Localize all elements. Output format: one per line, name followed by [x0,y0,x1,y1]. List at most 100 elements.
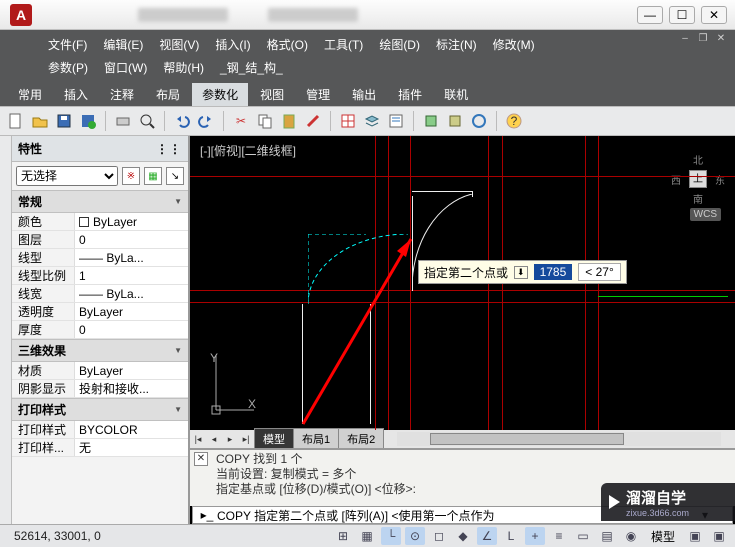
ribbon-tab-plugins[interactable]: 插件 [388,83,432,106]
otrack-toggle-icon[interactable]: ∠ [477,527,497,545]
tool-a-icon[interactable] [421,111,441,131]
mdi-minimize-button[interactable]: – [677,33,693,47]
command-caret-icon[interactable]: ▸_ [199,508,215,522]
properties-title[interactable]: 特性 ⋮⋮ [12,136,188,162]
polar-toggle-icon[interactable]: ⊙ [405,527,425,545]
selection-dropdown[interactable]: 无选择 [16,166,118,186]
menu-draw[interactable]: 绘图(D) [371,33,428,56]
dyn-toggle-icon[interactable]: + [525,527,545,545]
coordinate-readout[interactable]: 52614, 33001, 0 [6,529,109,543]
tab-nav-first[interactable]: |◂ [190,434,206,445]
qp-toggle-icon[interactable]: ▤ [597,527,617,545]
tab-nav-next[interactable]: ▸ [222,434,238,445]
ribbon-tab-parametric[interactable]: 参数化 [192,83,248,106]
ribbon-tab-output[interactable]: 输出 [342,83,386,106]
undo-icon[interactable] [172,111,192,131]
snap-toggle-icon[interactable]: ⊞ [333,527,353,545]
section-general[interactable]: 常规▼ [12,190,188,213]
prop-row-linetype[interactable]: 线型—— ByLa... [12,249,188,267]
prop-row-thickness[interactable]: 厚度0 [12,321,188,339]
tool-b-icon[interactable] [445,111,465,131]
angle-input[interactable]: < 27° [578,263,621,281]
viewport[interactable]: [-][俯视][二维线框] 上 北 南 东 西 WCS [190,136,735,430]
prop-row-shadow[interactable]: 阴影显示投射和接收... [12,380,188,398]
menu-file[interactable]: 文件(F) [40,33,95,56]
osnap-toggle-icon[interactable]: ◻ [429,527,449,545]
mdi-restore-button[interactable]: ❐ [695,33,711,47]
menu-edit[interactable]: 编辑(E) [95,33,151,56]
menu-tools[interactable]: 工具(T) [316,33,371,56]
tab-nav-prev[interactable]: ◂ [206,434,222,445]
statusbar-extras-1[interactable]: ▣ [685,527,705,545]
horizontal-scrollbar[interactable] [397,432,721,446]
wcs-badge[interactable]: WCS [690,208,721,221]
sc-toggle-icon[interactable]: ◉ [621,527,641,545]
prop-row-ltscale[interactable]: 线型比例1 [12,267,188,285]
prompt-options-icon[interactable]: ⬇ [514,266,528,279]
command-close-icon[interactable]: ✕ [194,452,208,466]
paste-icon[interactable] [279,111,299,131]
mdi-close-button[interactable]: ✕ [713,33,729,47]
ribbon-tab-layout[interactable]: 布局 [146,83,190,106]
ortho-toggle-icon[interactable]: └ [381,527,401,545]
open-icon[interactable] [30,111,50,131]
ribbon-tab-manage[interactable]: 管理 [296,83,340,106]
prop-row-plottable[interactable]: 打印样...无 [12,439,188,457]
distance-input[interactable]: 1785 [534,264,573,280]
window-maximize-button[interactable]: ☐ [669,6,695,24]
block-icon[interactable] [338,111,358,131]
quick-select-icon[interactable]: ※ [122,167,140,185]
tab-model[interactable]: 模型 [254,428,294,450]
menu-view[interactable]: 视图(V) [151,33,207,56]
drawing-area[interactable]: [-][俯视][二维线框] 上 北 南 东 西 WCS [190,136,735,524]
ribbon-tab-view[interactable]: 视图 [250,83,294,106]
statusbar-extras-2[interactable]: ▣ [709,527,729,545]
tab-layout2[interactable]: 布局2 [338,428,384,450]
help-icon[interactable]: ? [504,111,524,131]
prop-row-color[interactable]: 颜色ByLayer [12,213,188,231]
pickset-icon[interactable]: ↘ [166,167,184,185]
viewcube-top[interactable]: 上 [689,170,707,188]
section-3d[interactable]: 三维效果▼ [12,339,188,362]
tab-nav-last[interactable]: ▸| [238,434,254,445]
palette-menu-icon[interactable]: ⋮⋮ [156,142,182,156]
prop-row-transparency[interactable]: 透明度ByLayer [12,303,188,321]
prop-row-plotstyle[interactable]: 打印样式BYCOLOR [12,421,188,439]
prop-row-layer[interactable]: 图层0 [12,231,188,249]
prop-row-material[interactable]: 材质ByLayer [12,362,188,380]
save-icon[interactable] [54,111,74,131]
3dosnap-toggle-icon[interactable]: ◆ [453,527,473,545]
ribbon-tab-insert[interactable]: 插入 [54,83,98,106]
select-objects-icon[interactable]: ▦ [144,167,162,185]
model-space-indicator[interactable]: 模型 [645,528,681,545]
lwt-toggle-icon[interactable]: ≡ [549,527,569,545]
tab-layout1[interactable]: 布局1 [293,428,339,450]
cut-icon[interactable]: ✂ [231,111,251,131]
new-icon[interactable] [6,111,26,131]
copy-icon[interactable] [255,111,275,131]
viewport-label[interactable]: [-][俯视][二维线框] [200,142,296,159]
preview-icon[interactable] [137,111,157,131]
view-cube[interactable]: 上 北 南 东 西 [673,154,723,204]
tpy-toggle-icon[interactable]: ▭ [573,527,593,545]
ribbon-tab-online[interactable]: 联机 [434,83,478,106]
menu-modify[interactable]: 修改(M) [485,33,543,56]
section-plotstyle[interactable]: 打印样式▼ [12,398,188,421]
window-minimize-button[interactable]: — [637,6,663,24]
grid-toggle-icon[interactable]: ▦ [357,527,377,545]
saveas-icon[interactable] [78,111,98,131]
layers-icon[interactable] [362,111,382,131]
menu-help[interactable]: 帮助(H) [155,56,212,79]
menu-parametric[interactable]: 参数(P) [40,56,96,79]
matchprop-icon[interactable] [303,111,323,131]
menu-dimension[interactable]: 标注(N) [428,33,485,56]
menu-steel[interactable]: _钢_结_构_ [212,56,291,79]
ribbon-tab-home[interactable]: 常用 [8,83,52,106]
props-icon[interactable] [386,111,406,131]
ribbon-tab-annotate[interactable]: 注释 [100,83,144,106]
plot-icon[interactable] [113,111,133,131]
menu-insert[interactable]: 插入(I) [207,33,258,56]
window-close-button[interactable]: ✕ [701,6,727,24]
tool-c-icon[interactable] [469,111,489,131]
redo-icon[interactable] [196,111,216,131]
